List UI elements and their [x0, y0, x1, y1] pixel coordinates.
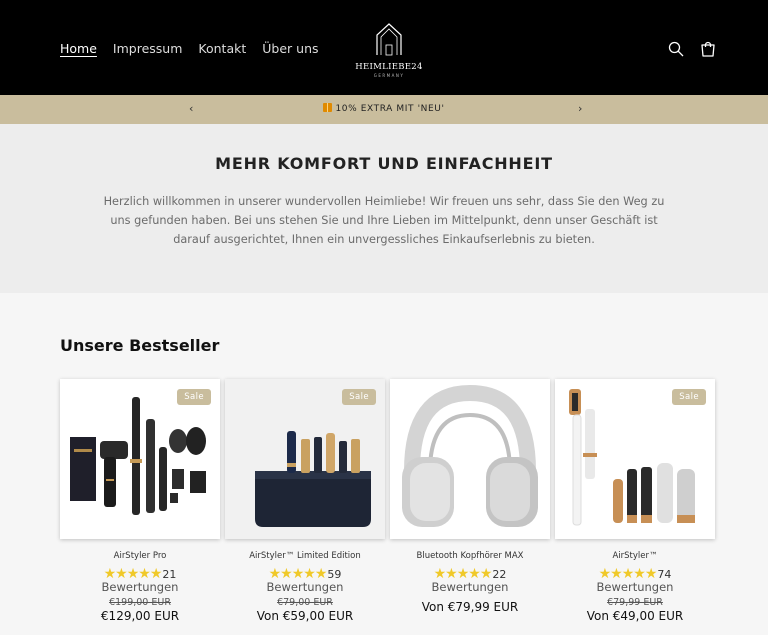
logo-name: HEIMLIEBE24	[355, 62, 423, 72]
old-price: €79,00 EUR	[277, 597, 333, 608]
price: Von €49,00 EUR	[586, 609, 684, 623]
announcement-text: 10% EXTRA MIT 'NEU'	[335, 104, 445, 114]
product-image[interactable]: Sale	[225, 379, 385, 539]
product-name[interactable]: AirStyler™ Limited Edition	[225, 551, 385, 561]
search-icon[interactable]	[667, 40, 685, 58]
nav-impressum[interactable]: Impressum	[113, 41, 182, 56]
product-card[interactable]: Sale AirStyler™ ★★★★★74 Bewertungen €79,…	[555, 379, 715, 635]
product-rating: ★★★★★22	[390, 563, 550, 582]
product-image[interactable]	[390, 379, 550, 539]
product-rating: ★★★★★59	[225, 563, 385, 582]
site-header: Home Impressum Kontakt Über uns HEIMLIEB…	[0, 0, 768, 95]
nav-ueber-uns[interactable]: Über uns	[262, 41, 318, 56]
headphones-image	[402, 384, 538, 527]
price: Von €59,00 EUR	[256, 609, 354, 623]
product-name[interactable]: AirStyler Pro	[60, 551, 220, 561]
intro-title: MEHR KOMFORT UND EINFACHHEIT	[215, 154, 553, 173]
main-nav: Home Impressum Kontakt Über uns	[60, 41, 319, 56]
home-logo-icon	[376, 23, 402, 56]
bestsellers-title: Unsere Bestseller	[60, 336, 220, 355]
sale-badge: Sale	[342, 389, 376, 405]
site-logo[interactable]: HEIMLIEBE24 GERMANY	[354, 22, 424, 80]
sale-badge: Sale	[177, 389, 211, 405]
old-price: €199,00 EUR	[109, 597, 171, 608]
reviews-label: Bewertungen	[101, 580, 179, 594]
cart-icon[interactable]	[699, 40, 717, 58]
product-rating: ★★★★★21	[60, 563, 220, 582]
price: Von €79,99 EUR	[421, 600, 519, 614]
product-name[interactable]: Bluetooth Kopfhörer MAX	[390, 551, 550, 561]
gift-icon	[323, 103, 333, 112]
price: €129,00 EUR	[100, 609, 180, 623]
logo-subtitle: GERMANY	[373, 73, 405, 78]
product-image[interactable]: Sale	[555, 379, 715, 539]
reviews-label: Bewertungen	[266, 580, 344, 594]
old-price: €79,99 EUR	[607, 597, 663, 608]
product-rating: ★★★★★74	[555, 563, 715, 582]
intro-section: MEHR KOMFORT UND EINFACHHEIT Herzlich wi…	[0, 124, 768, 293]
product-info: AirStyler™ Limited Edition ★★★★★59 Bewer…	[225, 551, 385, 623]
product-image[interactable]: Sale	[60, 379, 220, 539]
product-info: Bluetooth Kopfhörer MAX ★★★★★22 Bewertun…	[390, 551, 550, 614]
sale-badge: Sale	[672, 389, 706, 405]
product-info: AirStyler Pro ★★★★★21 Bewertungen €199,0…	[60, 551, 220, 623]
product-card[interactable]: Sale AirStyler Pro ★★★★★21 Bewertungen €…	[60, 379, 220, 635]
announcement-message: 10% EXTRA MIT 'NEU'	[0, 103, 768, 114]
announcement-bar: ‹ 10% EXTRA MIT 'NEU' ›	[0, 95, 768, 124]
nav-kontakt[interactable]: Kontakt	[198, 41, 246, 56]
product-info: AirStyler™ ★★★★★74 Bewertungen €79,99 EU…	[555, 551, 715, 623]
intro-text: Herzlich willkommen in unserer wundervol…	[103, 195, 665, 246]
announcement-next-button[interactable]: ›	[578, 102, 582, 115]
reviews-label: Bewertungen	[431, 580, 509, 594]
product-card[interactable]: Sale AirStyler™ Limited Edition ★★★★★59 …	[225, 379, 385, 635]
reviews-label: Bewertungen	[596, 580, 674, 594]
nav-home[interactable]: Home	[60, 41, 97, 56]
product-name[interactable]: AirStyler™	[555, 551, 715, 561]
product-card[interactable]: Bluetooth Kopfhörer MAX ★★★★★22 Bewertun…	[390, 379, 550, 635]
